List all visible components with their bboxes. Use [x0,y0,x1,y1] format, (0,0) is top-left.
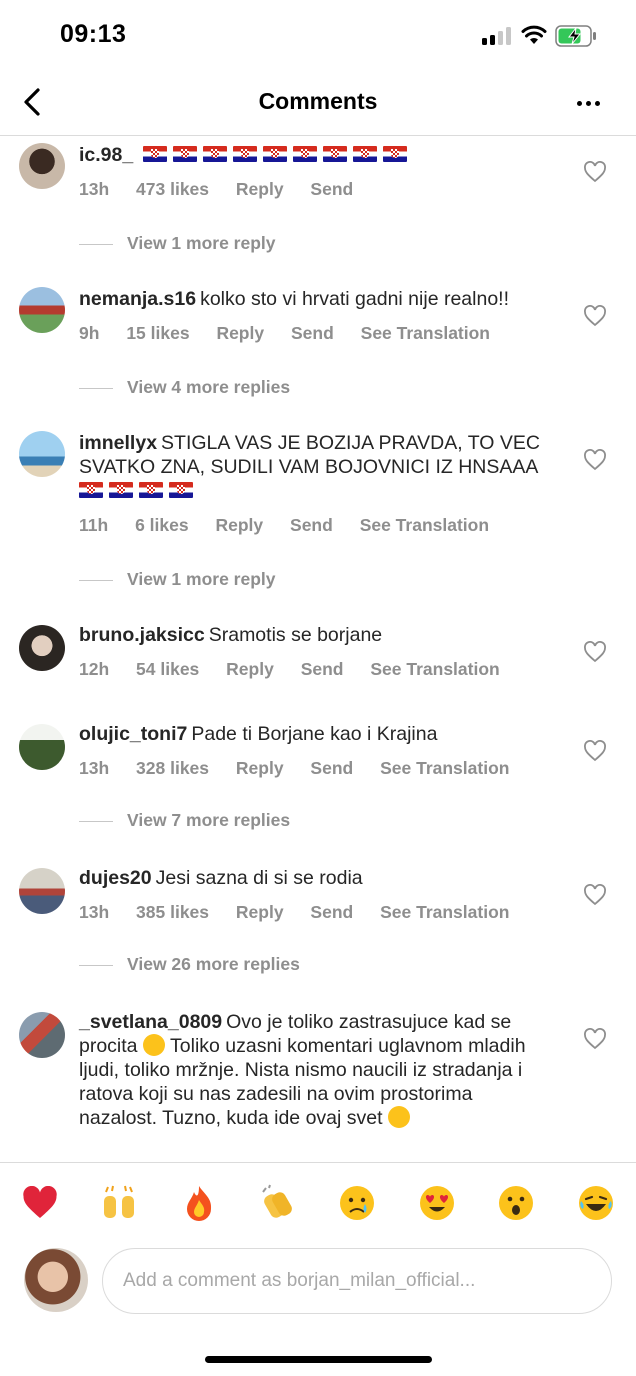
status-bar: 09:13 [0,0,636,72]
comment-likes[interactable]: 385 likes [136,902,209,922]
comment-meta: 13h 328 likes Reply Send See Translation [79,758,531,779]
avatar[interactable] [19,1012,65,1058]
view-replies-link[interactable]: View 7 more replies [79,810,290,831]
heart-outline-icon[interactable] [583,1028,607,1050]
view-replies-link[interactable]: View 1 more reply [79,233,276,254]
comment-likes[interactable]: 328 likes [136,758,209,778]
comment-username[interactable]: olujic_toni7 [79,723,187,745]
comment-text: Jesi sazna di si se rodia [155,867,363,889]
reply-button[interactable]: Reply [236,902,284,922]
battery-charging-icon [555,25,596,47]
comment-meta: 13h 473 likes Reply Send [79,179,375,200]
heart-outline-icon[interactable] [583,449,607,471]
comment-text: Pade ti Borjane kao i Krajina [191,723,438,745]
heart-outline-icon[interactable] [583,641,607,663]
reply-button[interactable]: Reply [215,515,263,535]
heart-reaction-icon[interactable] [20,1183,60,1223]
comment-time: 11h [79,515,109,535]
comment-time: 13h [79,758,110,778]
avatar[interactable] [19,625,65,671]
comment-username[interactable]: dujes20 [79,867,152,889]
see-translation-button[interactable]: See Translation [380,758,509,778]
wifi-icon [521,25,547,44]
croatian-flag-emojis [79,480,199,502]
status-time: 09:13 [60,20,127,48]
comment-text: kolko sto vi hrvati gadni nije realno!! [200,288,509,310]
comment-meta: 11h 6 likes Reply Send See Translation [79,515,511,536]
laughing-face-reaction-icon[interactable] [576,1183,616,1223]
comment-likes[interactable]: 6 likes [135,515,189,535]
reply-button[interactable]: Reply [236,179,284,199]
send-button[interactable]: Send [291,323,334,343]
send-button[interactable]: Send [310,758,353,778]
comment-username[interactable]: nemanja.s16 [79,288,196,310]
more-options-button[interactable] [568,86,608,120]
surprised-face-reaction-icon[interactable] [496,1183,536,1223]
see-translation-button[interactable]: See Translation [361,323,490,343]
reply-button[interactable]: Reply [216,323,264,343]
clapping-hands-reaction-icon[interactable] [258,1183,298,1223]
croatian-flag-emojis [142,144,413,166]
comment-likes[interactable]: 15 likes [126,323,189,343]
see-translation-button[interactable]: See Translation [360,515,489,535]
heart-outline-icon[interactable] [583,161,607,183]
comment-text: Sramotis se borjane [208,624,383,646]
crying-face-icon [142,1034,165,1056]
see-translation-button[interactable]: See Translation [370,659,499,679]
see-translation-button[interactable]: See Translation [380,902,509,922]
avatar[interactable] [19,431,65,477]
raised-hands-reaction-icon[interactable] [99,1183,139,1223]
comment-likes[interactable]: 473 likes [136,179,209,199]
quick-reactions-bar [0,1162,636,1244]
avatar[interactable] [19,143,65,189]
cellular-signal-icon [482,27,512,45]
user-avatar[interactable] [24,1248,88,1312]
avatar[interactable] [19,868,65,914]
reply-button[interactable]: Reply [226,659,274,679]
heart-outline-icon[interactable] [583,884,607,906]
fire-reaction-icon[interactable] [179,1183,219,1223]
comment-username[interactable]: imnellyx [79,432,157,454]
send-button[interactable]: Send [301,659,344,679]
comment-composer [0,1244,636,1324]
comment-username[interactable]: bruno.jaksicc [79,624,205,646]
comment-username[interactable]: _svetlana_0809 [79,1011,222,1033]
comment-meta: 13h 385 likes Reply Send See Translation [79,902,531,923]
view-replies-link[interactable]: View 4 more replies [79,377,290,398]
view-replies-link[interactable]: View 26 more replies [79,954,300,975]
heart-outline-icon[interactable] [583,740,607,762]
comment-likes[interactable]: 54 likes [136,659,199,679]
heart-outline-icon[interactable] [583,305,607,327]
comment-username[interactable]: ic.98_ [79,144,133,166]
page-title: Comments [258,88,378,114]
comments-header: Comments [0,72,636,136]
view-replies-link[interactable]: View 1 more reply [79,569,276,590]
heart-eyes-reaction-icon[interactable] [417,1183,457,1223]
send-button[interactable]: Send [310,179,353,199]
comment-meta: 12h 54 likes Reply Send See Translation [79,659,522,680]
pensive-face-icon [387,1106,410,1128]
send-button[interactable]: Send [310,902,353,922]
comment-time: 13h [79,902,110,922]
comment-input[interactable] [102,1248,612,1314]
avatar[interactable] [19,287,65,333]
comment-time: 12h [79,659,110,679]
comment-time: 9h [79,323,100,343]
avatar[interactable] [19,724,65,770]
comment-time: 13h [79,179,110,199]
ellipsis-icon [575,100,602,106]
crying-face-reaction-icon[interactable] [337,1183,377,1223]
reply-button[interactable]: Reply [236,758,284,778]
comments-list[interactable]: ic.98_ 13h 473 likes Reply Send View 1 m… [0,137,636,1161]
comment-meta: 9h 15 likes Reply Send See Translation [79,323,512,344]
home-indicator [205,1356,432,1363]
send-button[interactable]: Send [290,515,333,535]
